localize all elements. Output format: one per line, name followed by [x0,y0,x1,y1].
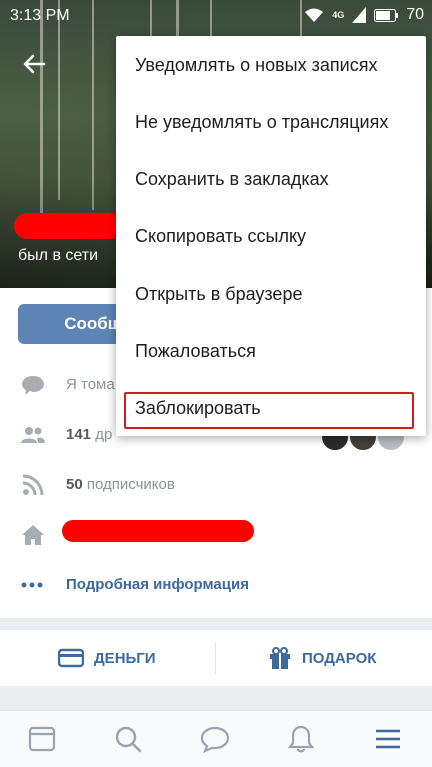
menu-icon [376,729,400,749]
notifications-icon [287,725,315,753]
status-time: 3:13 PM [10,7,70,24]
divider [215,642,216,674]
arrow-left-icon [23,54,46,74]
followers-count: 50 [66,476,83,493]
nav-messages[interactable] [199,723,231,755]
hometown-redacted [62,520,254,542]
gift-button[interactable]: ПОДАРОК [268,630,376,686]
overflow-menu: Уведомлять о новых записях Не уведомлять… [116,36,426,436]
friends-icon [21,427,45,443]
card-icon [58,648,84,668]
gift-label: ПОДАРОК [302,649,377,667]
rss-icon [22,474,44,496]
money-label: ДЕНЬГИ [94,649,156,667]
money-button[interactable]: ДЕНЬГИ [58,630,156,686]
home-icon [22,525,44,545]
network-type: 4G [332,10,345,20]
newsfeed-icon [28,726,56,752]
more-info-row[interactable]: Подробная информация [0,564,432,604]
wifi-icon [305,8,324,22]
status-bar: 3:13 PM 4G 70 [0,0,432,32]
back-button[interactable] [20,50,48,78]
menu-item-bookmark[interactable]: Сохранить в закладках [116,151,426,208]
menu-item-notify-posts[interactable]: Уведомлять о новых записях [116,37,426,94]
more-dots-icon [21,582,43,588]
menu-item-open-browser[interactable]: Открыть в браузере [116,266,426,323]
more-info-link[interactable]: Подробная информация [66,576,249,593]
bottom-navigation [0,710,432,767]
friends-label: др [95,426,113,443]
hometown-row [0,514,432,554]
friends-count: 141 [66,426,92,443]
speech-bubble-icon [22,376,44,395]
followers-label: подписчиков [86,476,175,493]
online-status: был в сети [18,247,99,264]
search-icon [115,726,142,753]
followers-row[interactable]: 50 подписчиков [0,464,432,504]
profile-name-redacted [14,213,124,239]
menu-item-mute-streams[interactable]: Не уведомлять о трансляциях [116,94,426,151]
battery-icon [374,8,399,22]
action-bar: ДЕНЬГИ ПОДАРОК [0,630,432,686]
menu-item-block[interactable]: Заблокировать [116,380,426,437]
nav-search[interactable] [112,723,144,755]
nav-notifications[interactable] [285,723,317,755]
battery-level: 70 [406,6,424,23]
menu-item-report[interactable]: Пожаловаться [116,323,426,380]
menu-item-copy-link[interactable]: Скопировать ссылку [116,208,426,265]
about-text: Я тома [66,376,115,393]
nav-menu[interactable] [372,723,404,755]
gift-icon [270,647,290,669]
messages-icon [200,726,230,754]
signal-icon [352,7,367,23]
nav-newsfeed[interactable] [26,723,58,755]
